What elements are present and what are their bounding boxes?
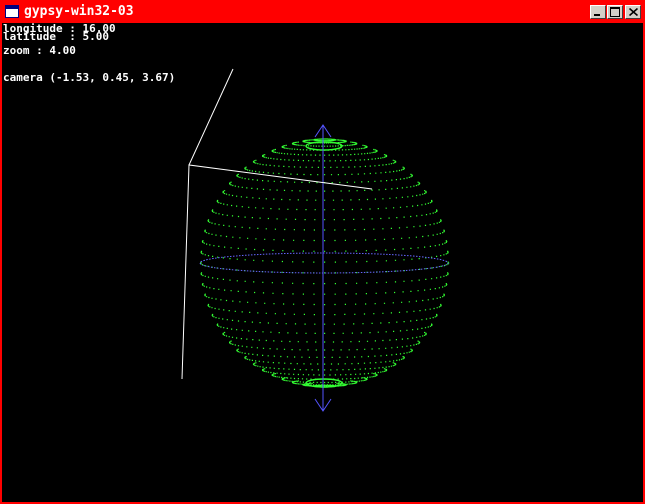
gl-viewport[interactable]: longitude : 16.00 latitude : 5.00 zoom :… [2,23,643,502]
wireframe-sphere [200,138,450,388]
camera-readout: camera (-1.53, 0.45, 3.67) [3,71,176,84]
minimize-button[interactable] [590,5,606,19]
zoom-readout: zoom : 4.00 [3,44,76,57]
app-window: gypsy-win32-03 longitude : 16.00 latitud… [0,0,645,504]
sphere-dots [200,138,450,388]
maximize-button[interactable] [607,5,623,19]
vertical-axis [314,124,332,412]
title-bar[interactable]: gypsy-win32-03 [2,2,643,23]
latitude-readout: latitude : 5.00 [3,30,109,43]
scene-canvas [181,68,450,412]
close-icon [629,8,638,16]
camera-frustum-lines [181,68,373,380]
window-app-icon[interactable] [5,5,19,18]
close-button[interactable] [625,5,641,19]
window-title: gypsy-win32-03 [24,4,134,19]
